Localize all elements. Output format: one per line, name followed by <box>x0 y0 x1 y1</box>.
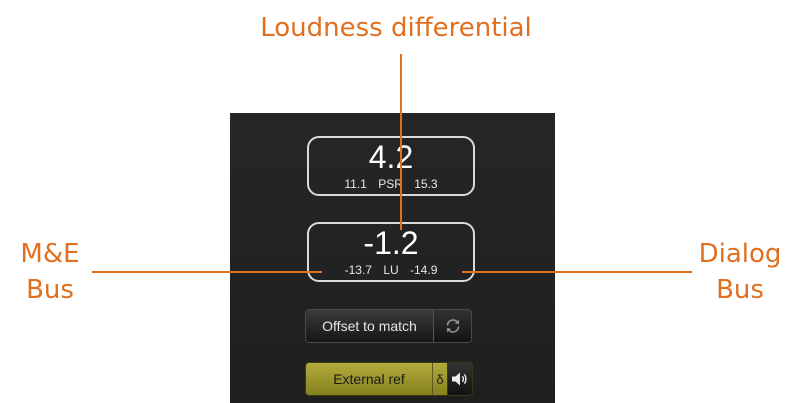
me-bus-label-line1: M&E <box>20 239 80 269</box>
diagram-canvas: Loudness differential M&E Bus Dialog Bus… <box>0 0 792 403</box>
lu-right-value: -14.9 <box>410 263 438 277</box>
me-bus-label: M&E Bus <box>10 236 90 308</box>
lu-value: -1.2 <box>363 225 419 261</box>
sync-button[interactable] <box>434 310 471 342</box>
delta-button[interactable]: δ <box>433 363 448 395</box>
sync-icon <box>444 317 462 335</box>
leader-line-right <box>462 271 692 273</box>
loudness-differential-label: Loudness differential <box>260 13 532 43</box>
psr-value: 4.2 <box>368 139 414 175</box>
leader-line-top <box>400 54 402 230</box>
me-bus-label-line2: Bus <box>26 275 74 305</box>
psr-right-value: 15.3 <box>414 177 438 191</box>
dialog-bus-label-line2: Bus <box>716 275 764 305</box>
lu-readout: -1.2 -13.7 LU -14.9 <box>307 222 475 282</box>
dialog-bus-label-line1: Dialog <box>698 239 782 269</box>
dialog-bus-label: Dialog Bus <box>695 236 785 308</box>
speaker-button[interactable] <box>448 363 472 395</box>
psr-left-value: 11.1 <box>344 177 367 191</box>
external-ref-button-group: External ref δ <box>305 362 473 396</box>
psr-subline: 11.1 PSR 15.3 <box>309 177 473 191</box>
speaker-icon <box>451 371 469 387</box>
offset-button-group: Offset to match <box>305 309 472 343</box>
offset-to-match-button[interactable]: Offset to match <box>306 310 434 342</box>
lu-unit: LU <box>383 263 399 277</box>
lu-left-value: -13.7 <box>344 263 372 277</box>
leader-line-left <box>92 271 322 273</box>
psr-readout: 4.2 11.1 PSR 15.3 <box>307 136 475 196</box>
lu-subline: -13.7 LU -14.9 <box>309 263 473 277</box>
external-ref-button[interactable]: External ref <box>306 363 433 395</box>
